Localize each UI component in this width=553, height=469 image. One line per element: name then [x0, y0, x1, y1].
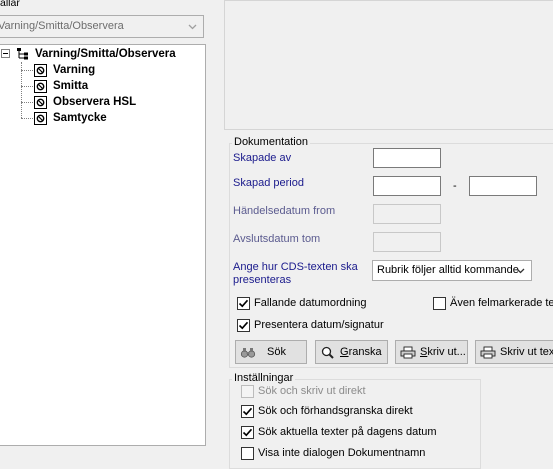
- document-seal-icon: [34, 96, 47, 109]
- search-button-label: Sök: [267, 346, 286, 358]
- chevron-down-icon: [188, 24, 197, 30]
- tree-root-node[interactable]: Varning/Smitta/Observera: [35, 46, 176, 62]
- review-button[interactable]: Granska: [315, 340, 388, 364]
- cds-label-line1: Ange hur CDS-texten ska: [233, 261, 358, 273]
- created-by-label: Skapade av: [233, 152, 292, 164]
- tree-line: [21, 102, 33, 103]
- tree-line: [21, 86, 33, 87]
- tree-node-smitta[interactable]: Smitta: [53, 78, 88, 94]
- end-date-label: Avslutsdatum tom: [233, 233, 321, 245]
- cds-label-line2: presenteras: [233, 274, 292, 286]
- period-separator: -: [453, 180, 457, 192]
- checkmark-icon: [238, 321, 249, 330]
- print-button-label: kriv ut...: [427, 346, 466, 358]
- documentation-group-title: Dokumentation: [232, 136, 310, 148]
- category-select: Varning/Smitta/Observera: [0, 15, 204, 38]
- checkmark-icon: [238, 299, 249, 308]
- search-current-texts-label: Sök aktuella texter på dagens datum: [258, 426, 437, 438]
- tree-node-varning[interactable]: Varning: [53, 62, 95, 78]
- event-date-label: Händelsedatum from: [233, 205, 336, 217]
- document-tree[interactable]: Varning/Smitta/Observera Varning Smitta …: [0, 44, 206, 446]
- settings-group-title: Inställningar: [232, 372, 296, 384]
- period-from-input[interactable]: [373, 176, 441, 196]
- print-button[interactable]: Skriv ut...: [395, 340, 468, 364]
- created-by-input[interactable]: [373, 148, 441, 168]
- hide-docname-dialog-checkbox[interactable]: [241, 447, 254, 460]
- review-button-mnemonic: G: [340, 346, 349, 358]
- left-panel: allar Varning/Smitta/Observera Varning/S…: [0, 0, 218, 446]
- descending-label: Fallande datumordning: [254, 297, 367, 309]
- preview-area: [224, 0, 553, 130]
- tree-line: [21, 118, 33, 119]
- chevron-down-icon: [516, 268, 525, 274]
- event-date-input: [373, 204, 441, 224]
- hierarchy-icon: [17, 48, 28, 60]
- checkmark-icon: [242, 407, 253, 416]
- present-date-label: Presentera datum/signatur: [254, 319, 384, 331]
- binoculars-icon: [240, 348, 256, 358]
- printer-icon: [480, 346, 496, 359]
- cds-presentation-value: Rubrik följer alltid kommande: [377, 264, 519, 276]
- search-preview-direct-checkbox[interactable]: [241, 405, 254, 418]
- document-seal-icon: [34, 80, 47, 93]
- descending-checkbox[interactable]: [237, 297, 250, 310]
- review-button-label: ranska: [348, 346, 382, 358]
- hide-docname-dialog-label: Visa inte dialogen Dokumentnamn: [258, 447, 426, 459]
- also-marked-label: Även felmarkerade tex: [450, 297, 553, 309]
- category-select-value: Varning/Smitta/Observera: [0, 20, 124, 32]
- search-print-direct-checkbox: [241, 385, 254, 398]
- created-period-label: Skapad period: [233, 177, 304, 189]
- tree-node-samtycke[interactable]: Samtycke: [53, 110, 107, 126]
- search-print-direct-label: Sök och skriv ut direkt: [258, 385, 366, 397]
- checkmark-icon: [242, 428, 253, 437]
- search-button[interactable]: Sök: [235, 340, 307, 364]
- tree-node-observera-hsl[interactable]: Observera HSL: [53, 94, 136, 110]
- search-current-texts-checkbox[interactable]: [241, 426, 254, 439]
- print-text-button-label: Skriv ut tex: [500, 346, 553, 358]
- also-marked-checkbox[interactable]: [433, 297, 446, 310]
- printer-icon: [400, 346, 416, 359]
- collapse-toggle[interactable]: [1, 49, 10, 58]
- print-text-button[interactable]: Skriv ut tex: [475, 340, 553, 364]
- document-seal-icon: [34, 112, 47, 125]
- search-preview-direct-label: Sök och förhandsgranska direkt: [258, 405, 413, 417]
- period-to-input[interactable]: [469, 176, 537, 196]
- cds-presentation-select[interactable]: Rubrik följer alltid kommande: [372, 260, 532, 281]
- panel-label: allar: [0, 0, 20, 9]
- end-date-input: [373, 232, 441, 252]
- document-seal-icon: [34, 64, 47, 77]
- present-date-checkbox[interactable]: [237, 319, 250, 332]
- magnifier-icon: [321, 346, 334, 359]
- tree-line: [21, 70, 33, 71]
